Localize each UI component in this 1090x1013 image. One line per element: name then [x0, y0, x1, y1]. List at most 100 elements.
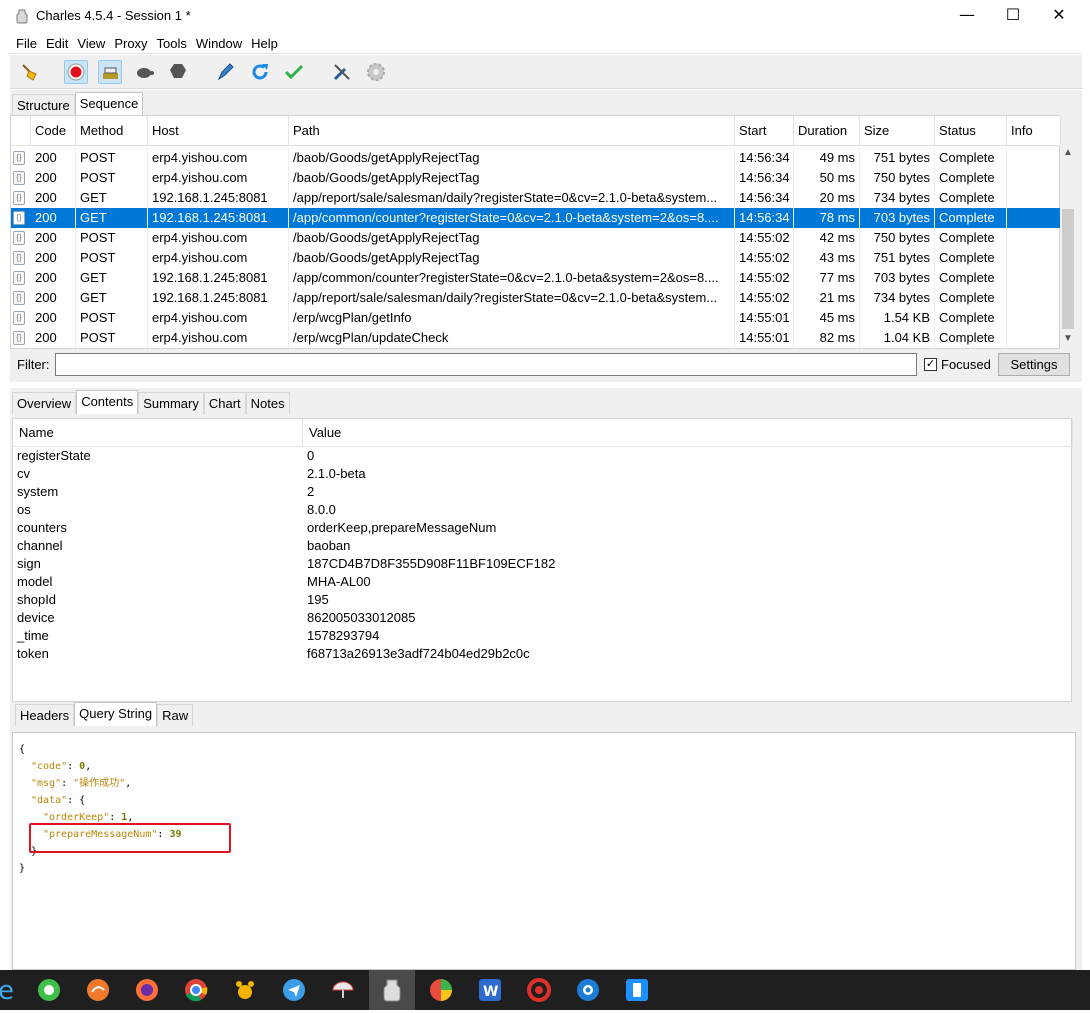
- close-button[interactable]: ✕: [1036, 0, 1082, 32]
- table-row[interactable]: {} 200 POST erp4.yishou.com/erp/wcgPlan/get…: [11, 308, 1061, 328]
- settings-button[interactable]: Settings: [998, 353, 1070, 376]
- feishu-icon[interactable]: [279, 975, 309, 1005]
- tools-icon[interactable]: [330, 60, 354, 84]
- request-icon: {}: [13, 291, 25, 305]
- table-row[interactable]: {} 200 POST erp4.yishou.com/baob/Goods/getA…: [11, 248, 1061, 268]
- stop-icon[interactable]: [166, 60, 190, 84]
- menu-window[interactable]: Window: [190, 32, 245, 51]
- broom-icon[interactable]: [18, 60, 42, 84]
- check-icon[interactable]: [282, 60, 306, 84]
- query-param-value: 8.0.0: [307, 502, 336, 517]
- filter-input[interactable]: [55, 353, 917, 376]
- tab-notes[interactable]: Notes: [245, 392, 290, 414]
- tab-summary[interactable]: Summary: [138, 392, 204, 414]
- column-code[interactable]: Code: [31, 116, 76, 146]
- ie-icon[interactable]: e: [0, 975, 24, 1006]
- tab-contents[interactable]: Contents: [76, 390, 139, 414]
- column-size[interactable]: Size: [860, 116, 935, 146]
- refresh-icon[interactable]: [248, 60, 272, 84]
- paw-app-icon[interactable]: [230, 975, 260, 1005]
- table-row[interactable]: {} 200 POST erp4.yishou.com/erp/wcgPlan/upd…: [11, 328, 1061, 348]
- column-info[interactable]: Info: [1007, 116, 1061, 146]
- column-name[interactable]: Name: [13, 419, 303, 447]
- query-row[interactable]: system 2: [13, 483, 1073, 501]
- query-row[interactable]: shopId 195: [13, 591, 1073, 609]
- json-line-code: "code": 0,: [31, 761, 92, 772]
- table-row[interactable]: {} 200 GET 192.168.1.245:8081/app/report/sa…: [11, 288, 1061, 308]
- query-row[interactable]: token f68713a26913e3adf724b04ed29b2c0c: [13, 645, 1073, 663]
- tab-headers[interactable]: Headers: [15, 704, 75, 726]
- tab-overview[interactable]: Overview: [12, 392, 77, 414]
- query-row[interactable]: device 862005033012085: [13, 609, 1073, 627]
- query-row[interactable]: registerState 0: [13, 447, 1073, 465]
- scroll-up-icon[interactable]: ▲: [1063, 147, 1073, 158]
- 360-browser-icon[interactable]: [34, 975, 64, 1005]
- table-row[interactable]: {} 200 POST erp4.yishou.com/baob/Goods/getA…: [11, 228, 1061, 248]
- column-method[interactable]: Method: [76, 116, 148, 146]
- column-start[interactable]: Start: [735, 116, 794, 146]
- query-row[interactable]: model MHA-AL00: [13, 573, 1073, 591]
- menu-help[interactable]: Help: [245, 32, 281, 51]
- chrome-icon[interactable]: [181, 975, 211, 1005]
- table-row[interactable]: {} 200 POST erp4.yishou.com/baob/Goods/getA…: [11, 168, 1061, 188]
- minimize-button[interactable]: —: [944, 0, 990, 32]
- cell-code: 200: [31, 328, 76, 348]
- firefox-icon[interactable]: [132, 975, 162, 1005]
- maximize-button[interactable]: ☐: [990, 0, 1036, 32]
- cell-info: [1007, 208, 1061, 228]
- column-value[interactable]: Value: [303, 419, 1073, 447]
- focused-checkbox[interactable]: ✓: [924, 358, 937, 371]
- table-row[interactable]: {} 200 GET 192.168.1.245:8081/app/common/co…: [11, 268, 1061, 288]
- swirl-app-icon[interactable]: [524, 975, 554, 1005]
- table-row[interactable]: {} 200 GET 192.168.1.245:8081/app/common/co…: [11, 208, 1061, 228]
- json-key-orderkeep: "orderKeep": [43, 812, 110, 823]
- table-row[interactable]: {} 200 POST erp4.yishou.com/baob/Goods/getA…: [11, 148, 1061, 168]
- tab-raw[interactable]: Raw: [157, 704, 194, 726]
- query-param-name: sign: [17, 556, 41, 571]
- tab-sequence[interactable]: Sequence: [74, 92, 144, 116]
- color-app-icon[interactable]: [426, 975, 456, 1005]
- tab-query-string[interactable]: Query String: [74, 702, 158, 726]
- cell-method: GET: [76, 268, 148, 288]
- query-row[interactable]: channel baoban: [13, 537, 1073, 555]
- scroll-down-icon[interactable]: ▼: [1063, 333, 1073, 344]
- throttle-icon[interactable]: [98, 60, 122, 84]
- gear-icon[interactable]: [364, 60, 388, 84]
- query-param-value: orderKeep,prepareMessageNum: [307, 520, 497, 535]
- query-row[interactable]: cv 2.1.0-beta: [13, 465, 1073, 483]
- column-host[interactable]: Host: [148, 116, 289, 146]
- turtle-icon[interactable]: [132, 60, 156, 84]
- camera-app-icon[interactable]: [573, 975, 603, 1005]
- query-row[interactable]: sign 187CD4B7D8F355D908F11BF109ECF182: [13, 555, 1073, 573]
- column-path[interactable]: Path: [289, 116, 735, 146]
- phone-app-icon[interactable]: [622, 975, 652, 1005]
- menu-file[interactable]: File: [10, 32, 40, 51]
- cell-code: 200: [31, 288, 76, 308]
- cell-path: /app/common/counter?registerState=0&cv=2…: [289, 208, 735, 228]
- query-row[interactable]: _time 1578293794: [13, 627, 1073, 645]
- tab-chart[interactable]: Chart: [203, 392, 246, 414]
- charles-icon[interactable]: [369, 970, 415, 1010]
- wps-icon[interactable]: W: [475, 975, 505, 1005]
- record-icon[interactable]: [64, 60, 88, 84]
- cell-path: /baob/Goods/getApplyRejectTag: [289, 248, 735, 268]
- window-title: Charles 4.5.4 - Session 1 *: [36, 8, 191, 23]
- menu-edit[interactable]: Edit: [40, 32, 71, 51]
- scroll-thumb[interactable]: [1062, 209, 1074, 329]
- cell-duration: 78 ms: [794, 208, 860, 228]
- cell-info: [1007, 148, 1061, 168]
- umbrella-app-icon[interactable]: [328, 975, 358, 1005]
- orange-app-icon[interactable]: [83, 975, 113, 1005]
- query-row[interactable]: os 8.0.0: [13, 501, 1073, 519]
- svg-text:W: W: [483, 984, 498, 1000]
- menu-view[interactable]: View: [71, 32, 108, 51]
- sequence-scrollbar[interactable]: ▲ ▼: [1060, 145, 1076, 349]
- pen-icon[interactable]: [214, 60, 238, 84]
- tab-structure[interactable]: Structure: [12, 94, 75, 116]
- menu-tools[interactable]: Tools: [151, 32, 190, 51]
- menu-proxy[interactable]: Proxy: [108, 32, 150, 51]
- query-row[interactable]: counters orderKeep,prepareMessageNum: [13, 519, 1073, 537]
- column-status[interactable]: Status: [935, 116, 1007, 146]
- table-row[interactable]: {} 200 GET 192.168.1.245:8081/app/report/sa…: [11, 188, 1061, 208]
- column-duration[interactable]: Duration: [794, 116, 860, 146]
